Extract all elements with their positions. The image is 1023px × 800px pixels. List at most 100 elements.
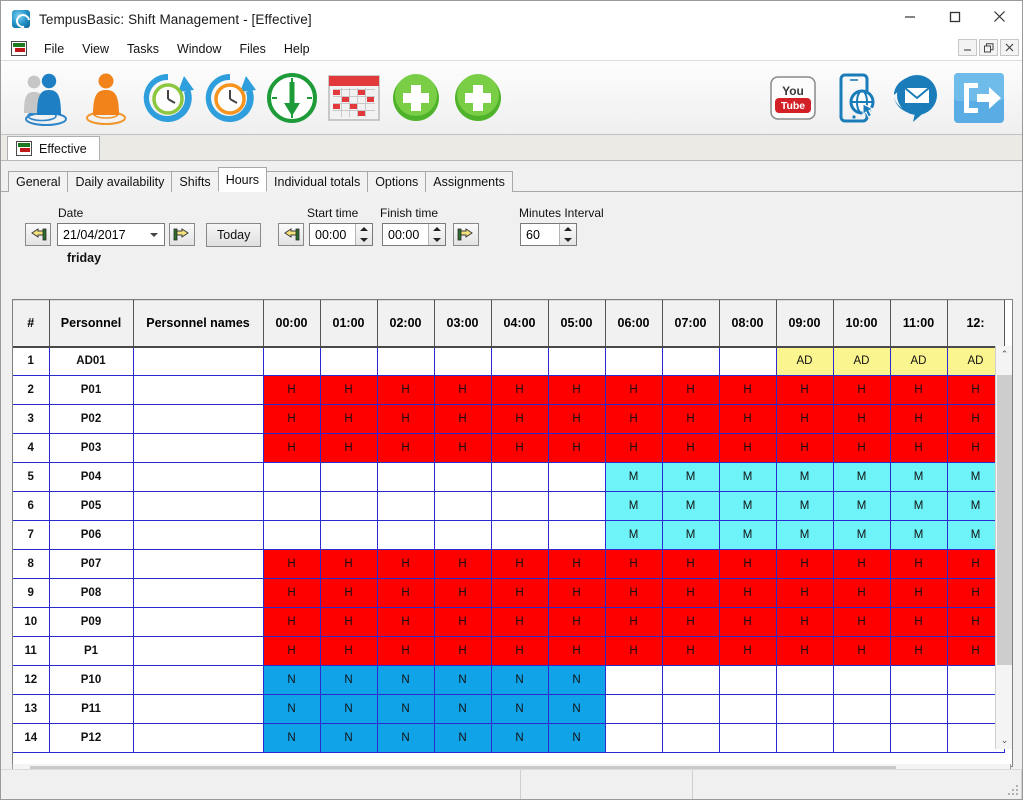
start-time-input[interactable]: 00:00 — [309, 223, 373, 246]
hour-cell[interactable] — [377, 491, 435, 521]
table-row[interactable]: 14 P12 N N N N N N — [13, 723, 1005, 753]
hour-cell[interactable]: H — [605, 404, 663, 434]
start-time-down-icon[interactable] — [356, 235, 372, 246]
hour-cell[interactable]: M — [776, 491, 834, 521]
hour-cell[interactable]: H — [662, 404, 720, 434]
hour-cell[interactable]: H — [662, 578, 720, 608]
personnel-name[interactable] — [133, 520, 264, 550]
personnel-name[interactable] — [133, 607, 264, 637]
hour-cell[interactable]: N — [263, 665, 321, 695]
hour-cell[interactable] — [548, 346, 606, 376]
personnel-code[interactable]: P01 — [49, 375, 134, 405]
hour-cell[interactable] — [263, 346, 321, 376]
personnel-name[interactable] — [133, 462, 264, 492]
hour-cell[interactable]: AD — [776, 346, 834, 376]
hour-cell[interactable]: H — [377, 433, 435, 463]
personnel-code[interactable]: P05 — [49, 491, 134, 521]
table-row[interactable]: 5 P04 M M M M M M M — [13, 462, 1005, 492]
hour-cell[interactable] — [662, 723, 720, 753]
hour-cell[interactable] — [491, 520, 549, 550]
hour-cell[interactable]: H — [320, 607, 378, 637]
hour-cell[interactable] — [377, 462, 435, 492]
hour-cell[interactable]: N — [377, 665, 435, 695]
personnel-code[interactable]: P06 — [49, 520, 134, 550]
hour-cell[interactable]: H — [776, 549, 834, 579]
clock-download-icon[interactable] — [261, 66, 323, 130]
hour-cell[interactable]: H — [776, 375, 834, 405]
personnel-name[interactable] — [133, 433, 264, 463]
hour-cell[interactable]: H — [890, 636, 948, 666]
hour-cell[interactable]: H — [548, 578, 606, 608]
personnel-code[interactable]: P09 — [49, 607, 134, 637]
hour-cell[interactable] — [377, 520, 435, 550]
clock-refresh-orange-icon[interactable] — [199, 66, 261, 130]
column-header-hour-2[interactable]: 02:00 — [377, 300, 435, 348]
hour-cell[interactable]: H — [491, 549, 549, 579]
hour-cell[interactable] — [662, 346, 720, 376]
hour-cell[interactable] — [833, 723, 891, 753]
hour-cell[interactable] — [662, 694, 720, 724]
hour-cell[interactable]: M — [776, 520, 834, 550]
personnel-code[interactable]: P1 — [49, 636, 134, 666]
menu-item-file[interactable]: File — [35, 40, 73, 58]
hour-cell[interactable]: M — [890, 491, 948, 521]
hour-cell[interactable]: M — [605, 520, 663, 550]
hour-cell[interactable]: H — [890, 607, 948, 637]
column-header-num[interactable]: # — [13, 300, 50, 348]
column-header-hour-8[interactable]: 08:00 — [719, 300, 777, 348]
hour-cell[interactable]: H — [662, 375, 720, 405]
finish-time-input[interactable]: 00:00 — [382, 223, 446, 246]
hour-cell[interactable] — [662, 665, 720, 695]
column-header-hour-12[interactable]: 12: — [947, 300, 1005, 348]
hour-cell[interactable]: N — [320, 723, 378, 753]
hour-cell[interactable]: H — [548, 404, 606, 434]
personnel-code[interactable]: P11 — [49, 694, 134, 724]
hour-cell[interactable]: H — [263, 578, 321, 608]
hour-cell[interactable]: H — [434, 578, 492, 608]
start-time-up-icon[interactable] — [356, 224, 372, 235]
maximize-button[interactable] — [932, 1, 977, 32]
hour-cell[interactable]: H — [833, 404, 891, 434]
table-row[interactable]: 4 P03 H H H H H H H H H H H H H — [13, 433, 1005, 463]
tab-shifts[interactable]: Shifts — [171, 171, 219, 192]
hour-cell[interactable]: N — [434, 665, 492, 695]
minimize-button[interactable] — [887, 1, 932, 32]
personnel-name[interactable] — [133, 549, 264, 579]
hour-cell[interactable]: N — [377, 723, 435, 753]
hour-cell[interactable]: H — [434, 549, 492, 579]
hour-cell[interactable] — [491, 346, 549, 376]
hour-cell[interactable]: M — [776, 462, 834, 492]
hour-cell[interactable]: H — [719, 404, 777, 434]
column-header-names[interactable]: Personnel names — [133, 300, 264, 348]
table-row[interactable]: 10 P09 H H H H H H H H H H H H H — [13, 607, 1005, 637]
next-time-button[interactable] — [453, 223, 479, 246]
column-header-hour-0[interactable]: 00:00 — [263, 300, 321, 348]
hour-cell[interactable]: M — [890, 462, 948, 492]
hour-cell[interactable] — [263, 520, 321, 550]
hour-cell[interactable]: N — [548, 723, 606, 753]
hour-cell[interactable]: N — [263, 723, 321, 753]
column-header-hour-5[interactable]: 05:00 — [548, 300, 606, 348]
hour-cell[interactable] — [719, 694, 777, 724]
prev-date-button[interactable] — [25, 223, 51, 246]
hour-cell[interactable]: H — [491, 375, 549, 405]
hour-cell[interactable]: M — [662, 520, 720, 550]
hour-cell[interactable] — [320, 520, 378, 550]
table-row[interactable]: 7 P06 M M M M M M M — [13, 520, 1005, 550]
hour-cell[interactable]: M — [833, 462, 891, 492]
personnel-icon[interactable] — [13, 66, 75, 130]
hour-cell[interactable]: H — [890, 404, 948, 434]
hour-cell[interactable] — [719, 665, 777, 695]
hour-cell[interactable]: H — [377, 607, 435, 637]
table-row[interactable]: 6 P05 M M M M M M M — [13, 491, 1005, 521]
hour-cell[interactable] — [605, 346, 663, 376]
hour-cell[interactable]: H — [548, 375, 606, 405]
hour-cell[interactable] — [833, 665, 891, 695]
hour-cell[interactable]: M — [719, 462, 777, 492]
personnel-name[interactable] — [133, 491, 264, 521]
table-row[interactable]: 12 P10 N N N N N N — [13, 665, 1005, 695]
hour-cell[interactable]: N — [491, 665, 549, 695]
hour-cell[interactable]: H — [662, 607, 720, 637]
menu-item-view[interactable]: View — [73, 40, 118, 58]
hour-cell[interactable]: H — [605, 375, 663, 405]
